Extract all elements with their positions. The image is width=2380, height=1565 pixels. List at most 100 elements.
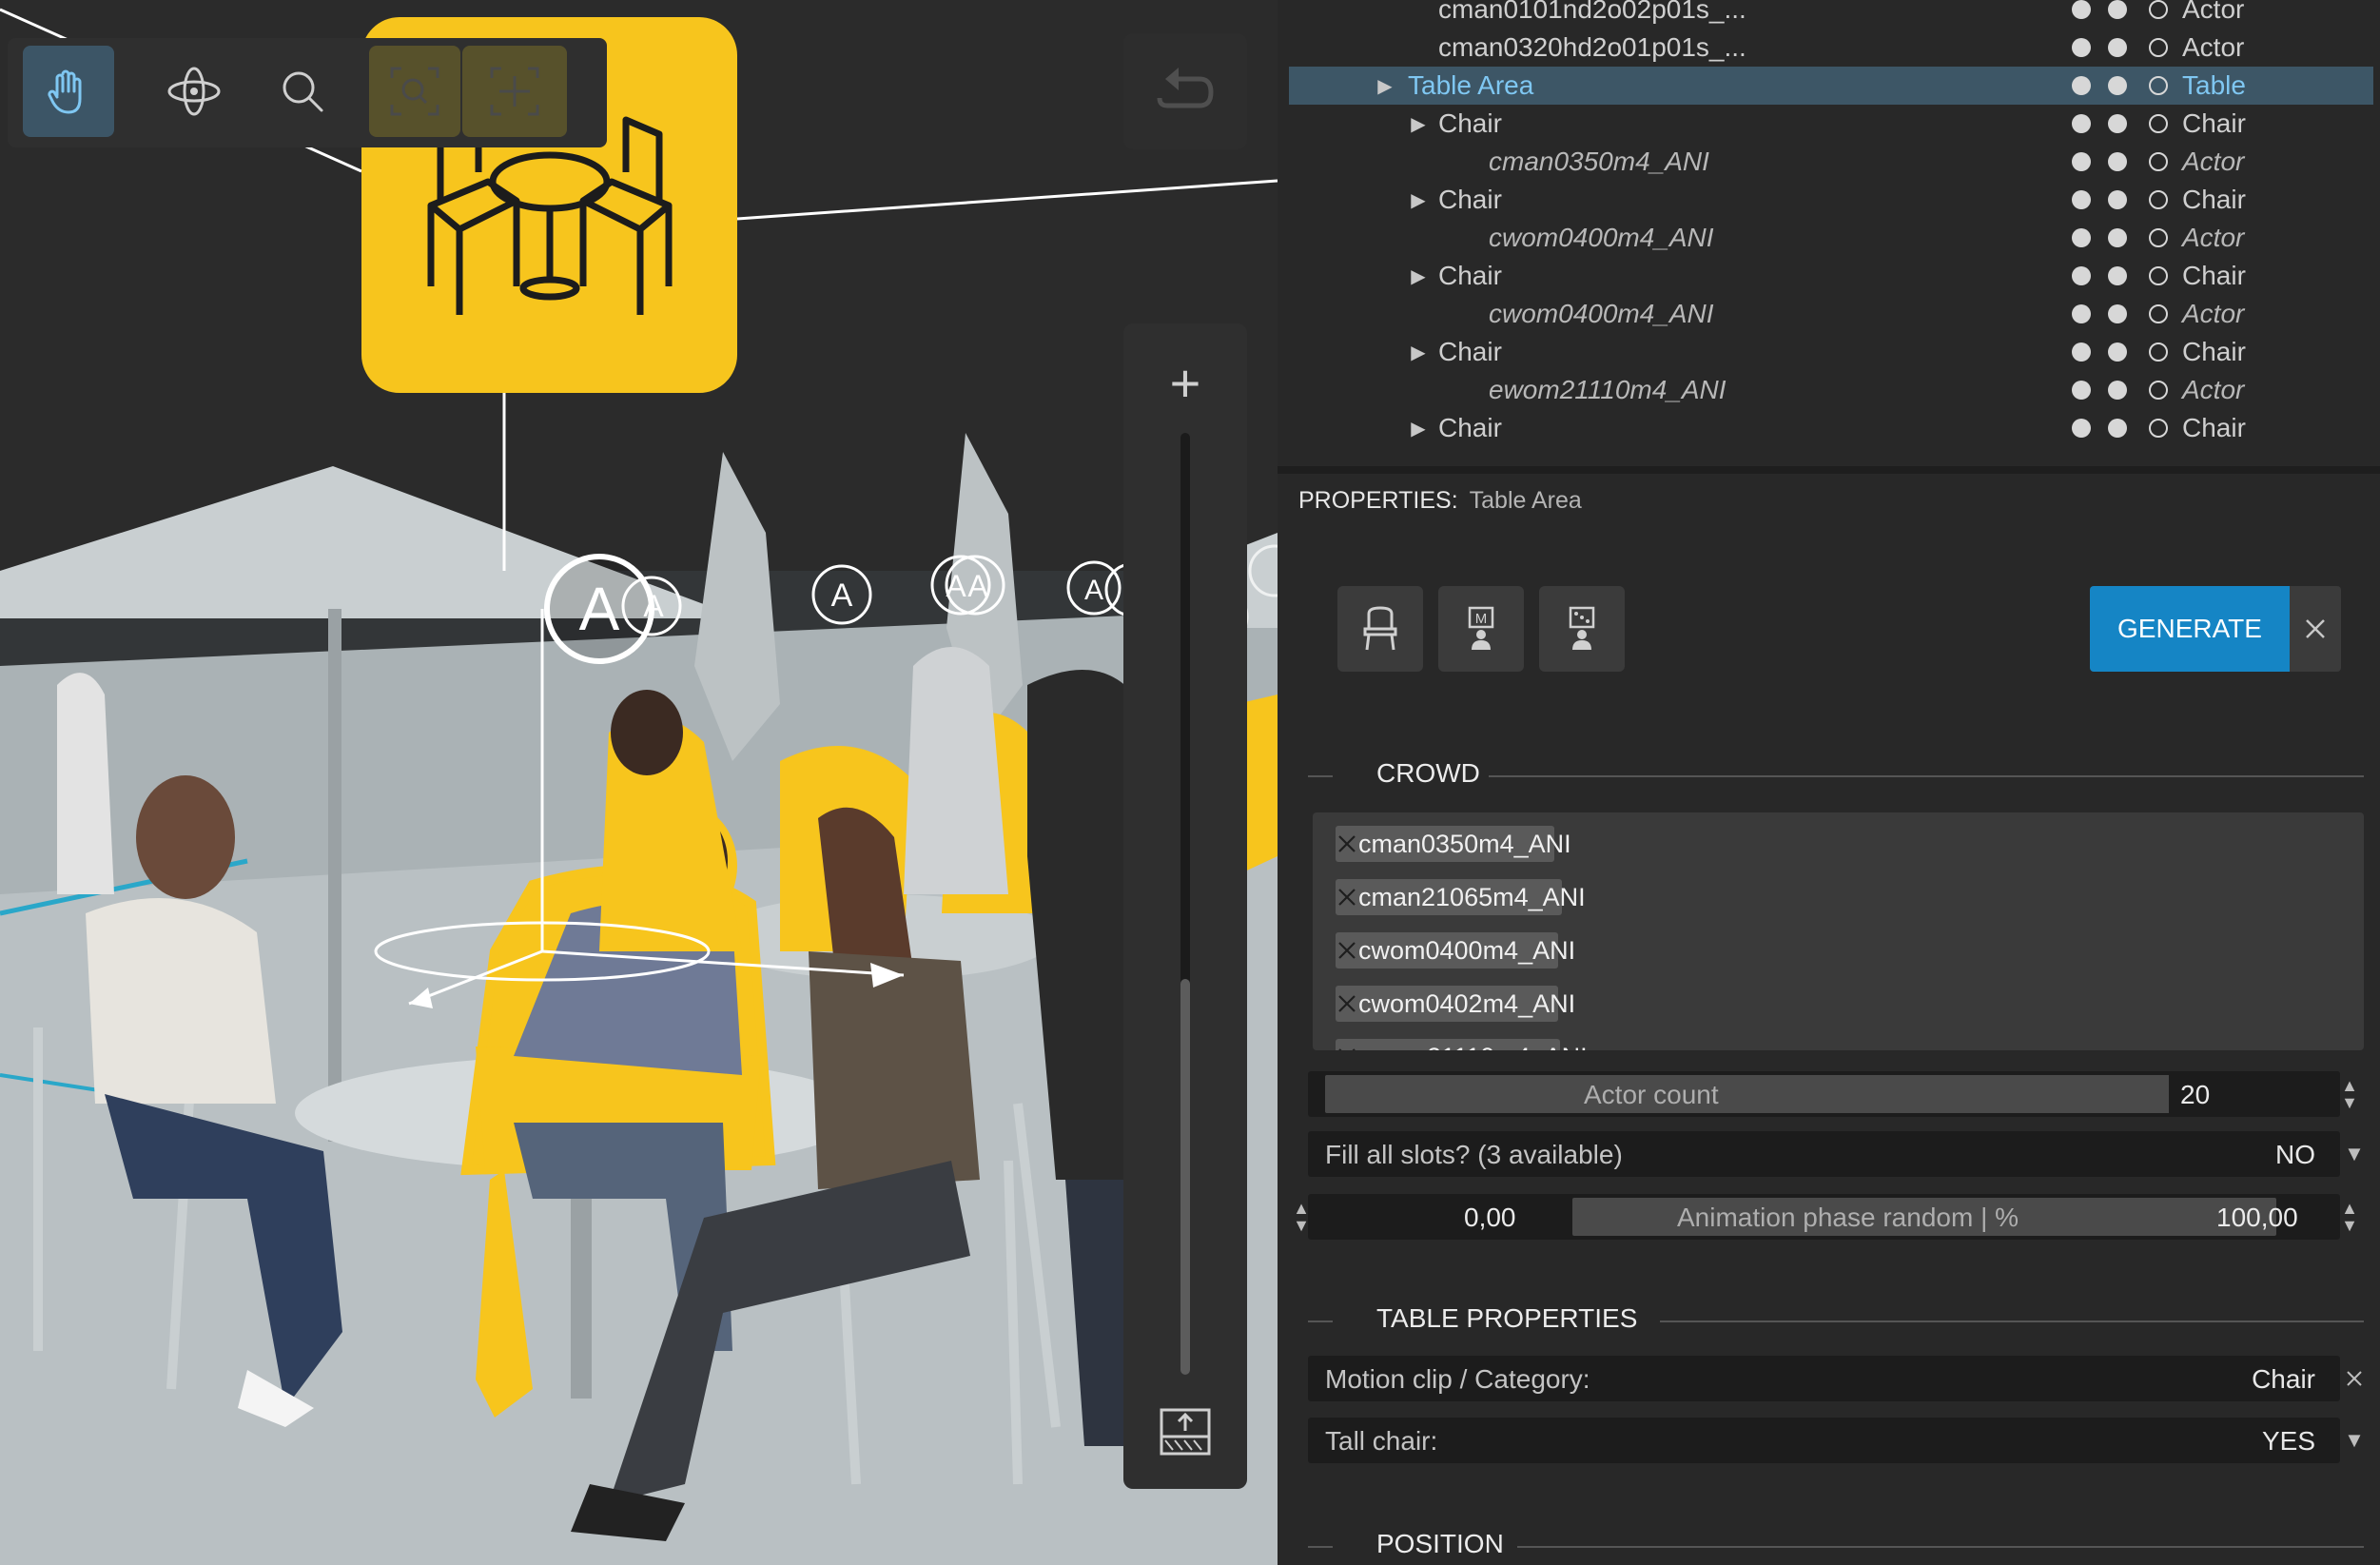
3d-viewport[interactable]: A A A A A A A A <box>0 0 1278 1565</box>
lock-toggle[interactable] <box>2149 304 2168 323</box>
visibility-toggle[interactable] <box>2072 114 2091 133</box>
zoom-selection-icon <box>390 67 439 116</box>
render-toggle[interactable] <box>2108 342 2127 362</box>
crowd-actor-chip[interactable]: cwom0400m4_ANI <box>1336 932 1575 968</box>
reset-view-icon <box>1160 1408 1211 1456</box>
animation-phase-label: Animation phase random | % <box>1677 1203 2019 1232</box>
outliner-row[interactable]: ▶ Chair Chair <box>1289 105 2373 143</box>
animation-phase-slider[interactable]: 0,00 Animation phase random | % 100,00 <box>1308 1194 2340 1240</box>
outliner-row[interactable]: ▶ Chair Chair <box>1289 409 2373 447</box>
zoom-in-button[interactable]: + <box>1147 344 1223 421</box>
motion-clip-label: Motion clip / Category: <box>1325 1364 1590 1394</box>
search-icon <box>283 71 323 112</box>
lock-toggle[interactable] <box>2149 342 2168 362</box>
visibility-toggle[interactable] <box>2072 152 2091 171</box>
chair-mode-button[interactable] <box>1337 586 1423 672</box>
lock-toggle[interactable] <box>2149 419 2168 438</box>
actor-count-stepper[interactable]: ▲ ▼ <box>2335 1071 2364 1117</box>
lock-toggle[interactable] <box>2149 38 2168 57</box>
orbit-tool-button[interactable] <box>148 46 240 137</box>
lock-toggle[interactable] <box>2149 114 2168 133</box>
position-section-title: POSITION <box>1376 1529 1504 1558</box>
crowd-list[interactable]: cman0350m4_ANI cman21065m4_ANI cwom0400m4_… <box>1313 812 2364 1050</box>
remove-actor-button[interactable] <box>1336 986 1358 1022</box>
outliner-row[interactable]: cman0350m4_ANI Actor <box>1289 143 2373 181</box>
anim-max-stepper[interactable]: ▲ ▼ <box>2335 1194 2364 1240</box>
close-icon <box>1338 835 1356 852</box>
lock-toggle[interactable] <box>2149 152 2168 171</box>
render-toggle[interactable] <box>2108 228 2127 247</box>
visibility-toggle[interactable] <box>2072 190 2091 209</box>
render-toggle[interactable] <box>2108 304 2127 323</box>
render-toggle[interactable] <box>2108 152 2127 171</box>
expand-arrow-icon[interactable]: ▶ <box>1404 409 1433 447</box>
outliner-row[interactable]: ▶ Chair Chair <box>1289 333 2373 371</box>
lock-toggle[interactable] <box>2149 190 2168 209</box>
expand-arrow-icon[interactable]: ▶ <box>1404 333 1433 371</box>
hand-tool-button[interactable] <box>23 46 114 137</box>
remove-actor-button[interactable] <box>1336 826 1358 862</box>
outliner-row[interactable]: ▶ Chair Chair <box>1289 181 2373 219</box>
clear-generate-button[interactable] <box>2290 586 2341 672</box>
actor-marker: A <box>967 569 988 603</box>
visibility-toggle[interactable] <box>2072 266 2091 285</box>
visibility-toggle[interactable] <box>2072 342 2091 362</box>
panel-splitter[interactable] <box>1278 466 2380 474</box>
remove-actor-button[interactable] <box>1336 1039 1358 1050</box>
outliner-row[interactable]: ewom21110m4_ANI Actor <box>1289 371 2373 409</box>
zoom-slider-track[interactable] <box>1180 433 1190 1375</box>
actor-count-input[interactable]: 20 <box>2169 1071 2340 1117</box>
render-toggle[interactable] <box>2108 0 2127 19</box>
render-toggle[interactable] <box>2108 190 2127 209</box>
visibility-toggle[interactable] <box>2072 0 2091 19</box>
generate-button[interactable]: GENERATE <box>2090 586 2290 672</box>
visibility-toggle[interactable] <box>2072 76 2091 95</box>
outliner-row[interactable]: ▶ Chair Chair <box>1289 257 2373 295</box>
frame-all-button[interactable] <box>462 46 567 137</box>
lock-toggle[interactable] <box>2149 228 2168 247</box>
remove-actor-button[interactable] <box>1336 932 1358 968</box>
outliner-row[interactable]: ▶ Table Area Table <box>1289 67 2373 105</box>
male-actor-mode-button[interactable]: M <box>1438 586 1524 672</box>
render-toggle[interactable] <box>2108 38 2127 57</box>
lock-toggle[interactable] <box>2149 381 2168 400</box>
render-toggle[interactable] <box>2108 266 2127 285</box>
outliner-row[interactable]: cwom0400m4_ANI Actor <box>1289 219 2373 257</box>
expand-arrow-icon[interactable]: ▶ <box>1371 67 1399 105</box>
outliner-row[interactable]: cman0320hd2o01p01s_... Actor <box>1289 29 2373 67</box>
chevron-down-icon[interactable]: ▼ <box>2335 1131 2373 1177</box>
render-toggle[interactable] <box>2108 76 2127 95</box>
search-tool-button[interactable] <box>257 46 348 137</box>
lock-toggle[interactable] <box>2149 0 2168 19</box>
remove-actor-button[interactable] <box>1336 879 1358 915</box>
motion-clip-field[interactable]: Motion clip / Category: Chair <box>1308 1356 2340 1401</box>
visibility-toggle[interactable] <box>2072 304 2091 323</box>
clear-motion-clip-button[interactable] <box>2335 1356 2373 1401</box>
crowd-actor-chip[interactable]: cwom0402m4_ANI <box>1336 986 1575 1022</box>
expand-arrow-icon[interactable]: ▶ <box>1404 105 1433 143</box>
undo-button[interactable] <box>1123 33 1247 149</box>
fill-slots-dropdown[interactable]: Fill all slots? (3 available) NO <box>1308 1131 2340 1177</box>
outliner-row[interactable]: cwom0400m4_ANI Actor <box>1289 295 2373 333</box>
expand-arrow-icon[interactable]: ▶ <box>1404 257 1433 295</box>
random-actor-mode-button[interactable] <box>1539 586 1625 672</box>
chevron-down-icon[interactable]: ▼ <box>2335 1418 2373 1463</box>
crowd-actor-chip[interactable]: cman21065m4_ANI <box>1336 879 1586 915</box>
render-toggle[interactable] <box>2108 419 2127 438</box>
reset-view-button[interactable] <box>1152 1399 1219 1465</box>
zoom-selection-button[interactable] <box>369 46 460 137</box>
outliner-row[interactable]: cman0101nd2o02p01s_... Actor <box>1289 0 2373 29</box>
visibility-toggle[interactable] <box>2072 228 2091 247</box>
render-toggle[interactable] <box>2108 381 2127 400</box>
crowd-actor-chip[interactable]: cman0350m4_ANI <box>1336 826 1571 862</box>
visibility-toggle[interactable] <box>2072 381 2091 400</box>
properties-subject: Table Area <box>1469 487 1582 514</box>
render-toggle[interactable] <box>2108 114 2127 133</box>
crowd-actor-chip[interactable]: ewom21110m4_ANI <box>1336 1039 1588 1050</box>
visibility-toggle[interactable] <box>2072 419 2091 438</box>
lock-toggle[interactable] <box>2149 76 2168 95</box>
visibility-toggle[interactable] <box>2072 38 2091 57</box>
expand-arrow-icon[interactable]: ▶ <box>1404 181 1433 219</box>
tall-chair-dropdown[interactable]: Tall chair: YES <box>1308 1418 2340 1463</box>
lock-toggle[interactable] <box>2149 266 2168 285</box>
